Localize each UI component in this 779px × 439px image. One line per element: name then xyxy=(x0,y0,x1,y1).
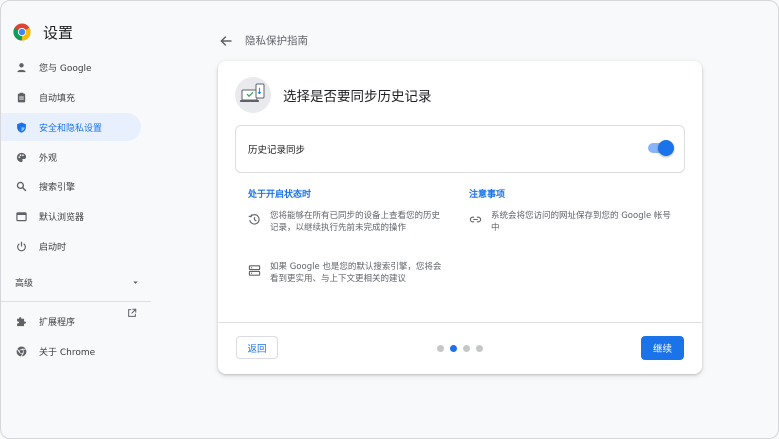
sidebar-item-privacy-security[interactable]: 安全和隐私设置 xyxy=(1,113,141,141)
puzzle-icon xyxy=(15,315,27,327)
settings-window: 设置 您与 Google 自动填充 安全和隐私设置 外观 搜索引擎 默认浏览器 … xyxy=(0,0,779,439)
step-dot xyxy=(437,345,444,352)
browser-icon xyxy=(15,210,27,222)
sidebar-item-default-browser[interactable]: 默认浏览器 xyxy=(1,202,141,230)
step-dot xyxy=(476,345,483,352)
back-button[interactable]: 返回 xyxy=(236,336,278,359)
sidebar-item-about-chrome[interactable]: 关于 Chrome xyxy=(1,337,141,365)
card-title: 选择是否要同步历史记录 xyxy=(283,89,432,105)
switch-knob xyxy=(658,140,674,156)
list-item-text: 系统会将您访问的网址保存到您的 Google 帐号中 xyxy=(491,211,671,233)
sidebar-item-extensions[interactable]: 扩展程序 xyxy=(1,307,141,335)
settings-title: 设置 xyxy=(43,23,74,42)
list-item: 系统会将您访问的网址保存到您的 Google 帐号中 xyxy=(469,210,674,234)
history-sync-toggle-row[interactable]: 历史记录同步 xyxy=(235,125,685,173)
sidebar: 设置 您与 Google 自动填充 安全和隐私设置 外观 搜索引擎 默认浏览器 … xyxy=(1,1,151,438)
chrome-logo-icon xyxy=(13,23,31,41)
privacy-guide-card: 选择是否要同步历史记录 历史记录同步 处于开启状态时 您将能够在所有已同步的设备… xyxy=(218,61,702,374)
list-item: 您将能够在所有已同步的设备上查看您的历史记录，以继续执行先前未完成的操作 xyxy=(248,210,446,234)
when-on-heading: 处于开启状态时 xyxy=(248,190,312,200)
sidebar-item-label: 搜索引擎 xyxy=(39,182,76,193)
sidebar-item-label: 默认浏览器 xyxy=(39,212,85,223)
sidebar-item-label: 关于 Chrome xyxy=(39,347,96,358)
sidebar-item-search-engine[interactable]: 搜索引擎 xyxy=(1,172,141,200)
shield-icon xyxy=(15,121,27,133)
caret-down-icon xyxy=(133,281,138,284)
list-item-text: 如果 Google 也是您的默认搜索引擎，您将会看到更实用、与上下文更相关的建议 xyxy=(270,262,442,284)
advanced-label: 高级 xyxy=(15,279,34,289)
step-indicator xyxy=(437,345,483,352)
palette-icon xyxy=(15,151,27,163)
open-in-new-icon xyxy=(127,308,137,321)
chrome-small-icon xyxy=(15,345,27,357)
sidebar-divider xyxy=(1,301,151,302)
sidebar-item-label: 自动填充 xyxy=(39,93,76,104)
list-item: 如果 Google 也是您的默认搜索引擎，您将会看到更实用、与上下文更相关的建议 xyxy=(248,261,446,285)
history-sync-switch[interactable] xyxy=(646,140,674,156)
sidebar-item-label: 您与 Google xyxy=(39,63,92,74)
toggle-label: 历史记录同步 xyxy=(248,145,306,156)
things-to-consider-heading: 注意事项 xyxy=(469,190,506,200)
sidebar-item-appearance[interactable]: 外观 xyxy=(1,143,141,171)
storage-icon xyxy=(248,262,262,276)
sidebar-item-label: 扩展程序 xyxy=(39,317,76,328)
sidebar-item-label: 安全和隐私设置 xyxy=(39,123,103,134)
step-dot-current xyxy=(450,345,457,352)
list-item-text: 您将能够在所有已同步的设备上查看您的历史记录，以继续执行先前未完成的操作 xyxy=(270,211,441,233)
sidebar-item-autofill[interactable]: 自动填充 xyxy=(1,83,141,111)
brand: 设置 xyxy=(13,21,73,43)
sidebar-item-on-startup[interactable]: 启动时 xyxy=(1,232,141,260)
breadcrumb: 隐私保护指南 xyxy=(219,33,308,48)
link-icon xyxy=(469,211,483,225)
person-icon xyxy=(15,61,27,73)
sync-devices-icon xyxy=(235,77,271,113)
search-icon xyxy=(15,180,27,192)
page-title: 隐私保护指南 xyxy=(245,35,308,47)
history-icon xyxy=(248,211,262,225)
power-icon xyxy=(15,240,27,252)
sidebar-advanced-toggle[interactable]: 高级 xyxy=(15,276,139,289)
sidebar-item-you-and-google[interactable]: 您与 Google xyxy=(1,53,141,81)
step-dot xyxy=(463,345,470,352)
next-button[interactable]: 继续 xyxy=(641,336,684,360)
clipboard-icon xyxy=(15,91,27,103)
card-footer-divider xyxy=(218,322,702,323)
sidebar-item-label: 启动时 xyxy=(39,242,67,253)
back-arrow-icon[interactable] xyxy=(219,34,233,48)
sidebar-item-label: 外观 xyxy=(39,153,58,164)
